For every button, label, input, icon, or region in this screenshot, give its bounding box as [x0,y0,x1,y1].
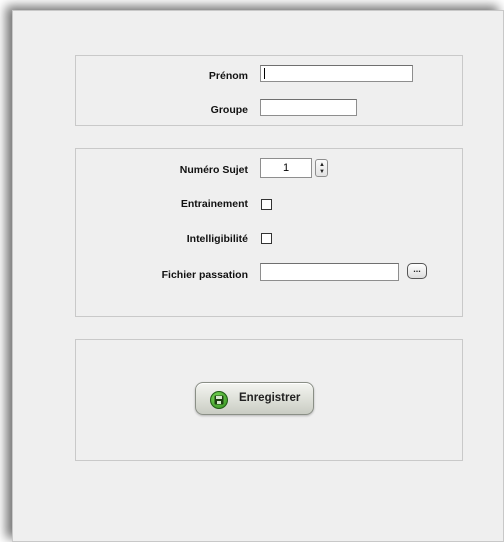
arrow-up-icon[interactable]: ▲ [319,162,325,168]
form-panel: Prénom Groupe Numéro Sujet 1 ▲ ▼ Entrain… [12,10,504,542]
training-label: Entrainement [180,198,248,210]
application-window: Prénom Groupe Numéro Sujet 1 ▲ ▼ Entrain… [0,0,504,542]
floppy-disk-icon [210,391,228,409]
save-button-label: Enregistrer [239,392,301,404]
subject-number-label: Numéro Sujet [179,164,248,176]
intelligibility-checkbox[interactable] [261,233,272,244]
firstname-label: Prénom [208,70,248,82]
file-input[interactable] [260,263,399,281]
subject-number-value[interactable]: 1 [260,158,312,178]
group-label: Groupe [210,104,248,116]
file-label: Fichier passation [161,269,248,281]
text-caret [264,68,265,79]
browse-button[interactable]: ... [407,263,427,279]
identity-group: Prénom Groupe [75,55,463,126]
training-checkbox[interactable] [261,199,272,210]
intelligibility-label: Intelligibilité [186,233,248,245]
subject-number-spinner[interactable]: 1 ▲ ▼ [260,158,330,178]
spinner-arrows[interactable]: ▲ ▼ [315,159,328,177]
firstname-input[interactable] [260,65,413,82]
group-input[interactable] [260,99,357,116]
session-group: Numéro Sujet 1 ▲ ▼ Entrainement Intellig… [75,148,463,317]
save-button[interactable]: Enregistrer [195,382,314,415]
arrow-down-icon[interactable]: ▼ [319,169,325,175]
